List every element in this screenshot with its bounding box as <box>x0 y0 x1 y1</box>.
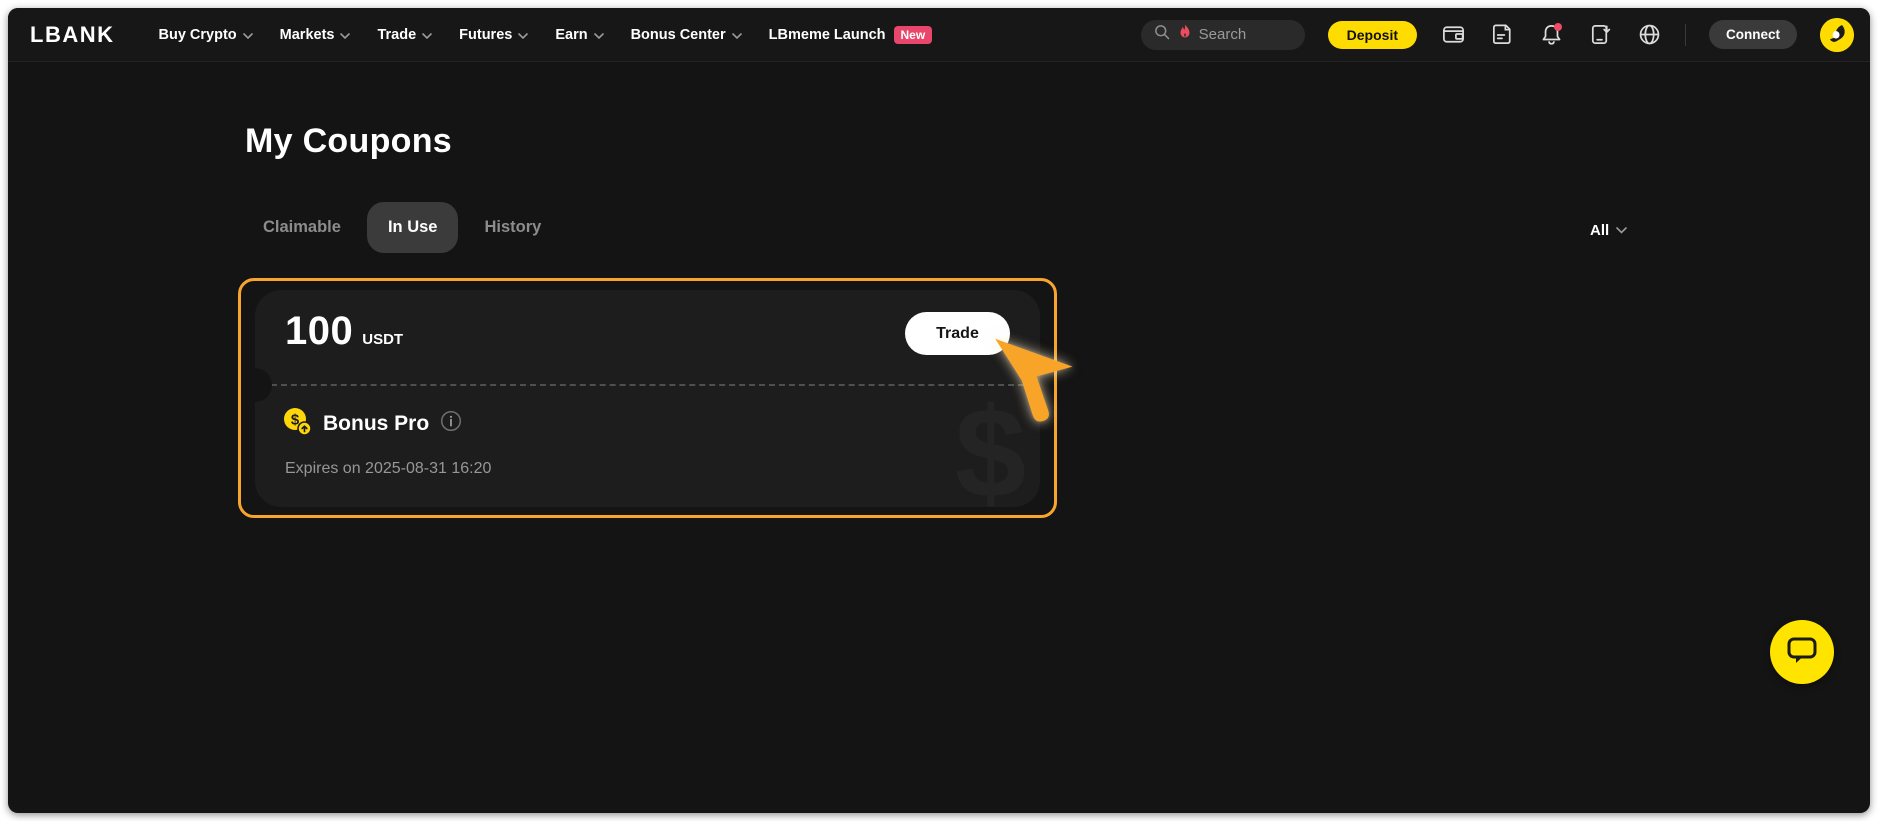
menu-bonus-center[interactable]: Bonus Center <box>631 27 742 43</box>
menu-trade[interactable]: Trade <box>377 27 432 43</box>
menu-futures[interactable]: Futures <box>459 27 528 43</box>
dollar-watermark: $ <box>955 390 1026 507</box>
deposit-button[interactable]: Deposit <box>1328 21 1417 49</box>
menu-lbmeme-launch[interactable]: LBmeme Launch New <box>769 26 933 44</box>
bonus-coin-icon: $ <box>282 406 312 441</box>
screenshot-frame: LBANK Buy Crypto Markets Trade Futures E… <box>0 0 1878 821</box>
coupon-dashed-divider <box>271 384 1024 386</box>
chevron-down-icon <box>243 27 253 43</box>
coupon-expiry: Expires on 2025-08-31 16:20 <box>285 460 491 478</box>
coupon-type-label: Bonus Pro <box>323 412 429 436</box>
info-icon[interactable] <box>440 410 462 437</box>
menu-earn[interactable]: Earn <box>555 27 603 43</box>
chevron-down-icon <box>422 27 432 43</box>
chat-bubble-icon <box>1785 634 1819 671</box>
chevron-down-icon <box>732 27 742 43</box>
chevron-down-icon <box>340 27 350 43</box>
coupon-amount-row: 100 USDT <box>285 311 403 351</box>
connect-button[interactable]: Connect <box>1709 20 1797 49</box>
coupon-card: $ 100 USDT Trade $ Bonus Pro Expires on … <box>255 290 1040 507</box>
menu-markets[interactable]: Markets <box>280 27 351 43</box>
coupon-left-notch <box>255 368 272 402</box>
navbar-divider <box>1685 24 1686 46</box>
orders-icon[interactable] <box>1489 22 1515 48</box>
tab-claimable[interactable]: Claimable <box>263 218 341 237</box>
coupon-currency: USDT <box>362 331 403 348</box>
filter-dropdown[interactable]: All <box>1590 216 1627 244</box>
chevron-down-icon <box>518 27 528 43</box>
chevron-down-icon <box>594 27 604 43</box>
chevron-down-icon <box>1616 221 1627 239</box>
search-box[interactable] <box>1141 20 1305 50</box>
chat-support-button[interactable] <box>1770 620 1834 684</box>
coupon-type-row: $ Bonus Pro <box>282 406 462 441</box>
filter-selected-value: All <box>1590 222 1609 239</box>
tab-in-use[interactable]: In Use <box>367 202 459 253</box>
lbank-logo[interactable]: LBANK <box>30 22 115 48</box>
tab-history[interactable]: History <box>484 218 541 237</box>
flame-icon <box>1178 24 1192 45</box>
wallet-icon[interactable] <box>1440 22 1466 48</box>
menu-buy-crypto[interactable]: Buy Crypto <box>159 27 253 43</box>
notification-dot <box>1554 23 1562 31</box>
navbar-right-cluster: Deposit Connect <box>1141 18 1854 52</box>
main-menu: Buy Crypto Markets Trade Futures Earn Bo… <box>159 26 933 44</box>
app-download-icon[interactable] <box>1587 22 1613 48</box>
coupon-tabs: Claimable In Use History <box>263 202 541 253</box>
new-badge: New <box>894 26 933 44</box>
search-icon <box>1153 23 1171 46</box>
avatar[interactable] <box>1820 18 1854 52</box>
trade-button[interactable]: Trade <box>905 312 1010 355</box>
page-title: My Coupons <box>245 122 452 161</box>
coupon-amount: 100 <box>285 311 353 351</box>
app-window: LBANK Buy Crypto Markets Trade Futures E… <box>8 8 1870 813</box>
language-icon[interactable] <box>1636 22 1662 48</box>
top-navbar: LBANK Buy Crypto Markets Trade Futures E… <box>8 8 1870 62</box>
search-input[interactable] <box>1199 26 1293 43</box>
notifications-icon[interactable] <box>1538 22 1564 48</box>
